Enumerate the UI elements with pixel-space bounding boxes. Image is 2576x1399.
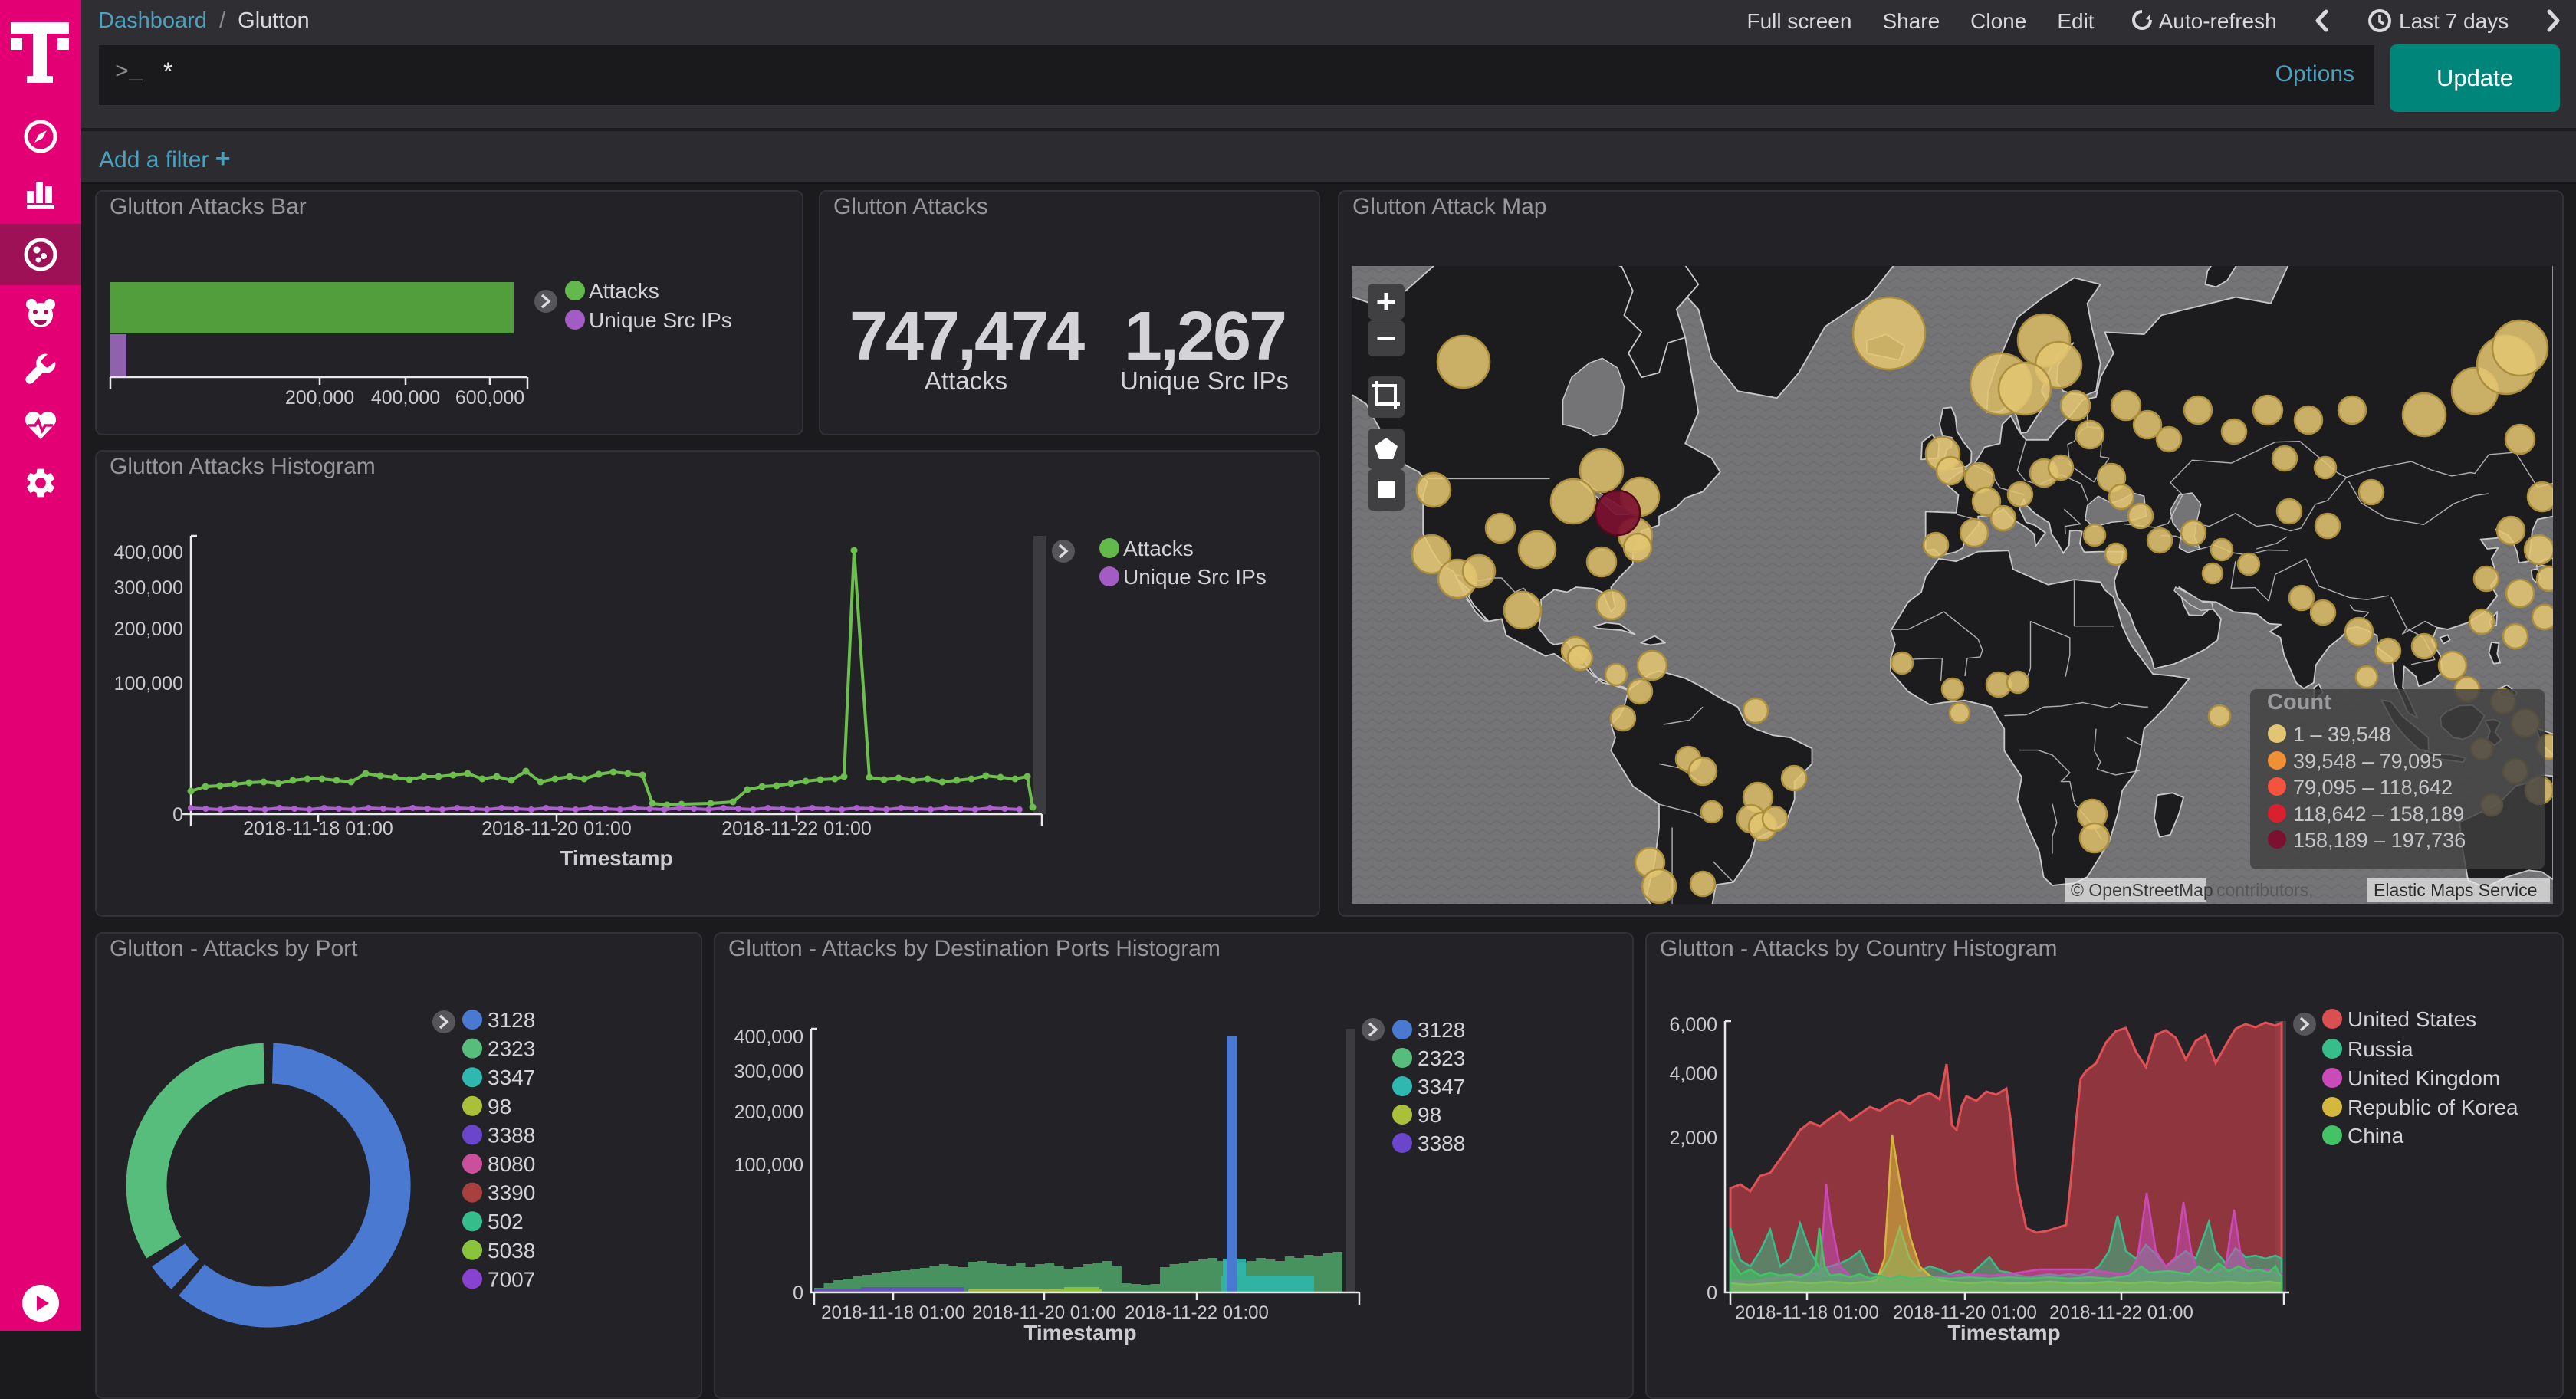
svg-text:3388: 3388 [1418, 1131, 1465, 1155]
svg-text:200,000: 200,000 [285, 387, 354, 409]
svg-text:100,000: 100,000 [114, 673, 183, 695]
svg-text:300,000: 300,000 [734, 1061, 803, 1082]
svg-text:3388: 3388 [488, 1123, 535, 1147]
svg-text:Timestamp: Timestamp [560, 846, 672, 870]
svg-text:Unique Src IPs: Unique Src IPs [1123, 565, 1267, 589]
svg-text:0: 0 [793, 1282, 803, 1304]
svg-text:Attacks: Attacks [1123, 537, 1194, 560]
svg-text:6,000: 6,000 [1669, 1014, 1717, 1036]
svg-text:2323: 2323 [488, 1037, 535, 1061]
svg-text:502: 502 [488, 1210, 524, 1233]
svg-text:2018-11-20 01:00: 2018-11-20 01:00 [972, 1302, 1116, 1323]
svg-text:400,000: 400,000 [114, 542, 183, 563]
svg-text:200,000: 200,000 [114, 619, 183, 640]
svg-text:Russia: Russia [2348, 1037, 2413, 1061]
svg-text:© OpenStreetMap: © OpenStreetMap [2071, 880, 2213, 900]
svg-text:79,095 – 118,642: 79,095 – 118,642 [2293, 776, 2453, 799]
svg-text:2,000: 2,000 [1669, 1128, 1717, 1149]
svg-text:2018-11-18 01:00: 2018-11-18 01:00 [243, 818, 393, 839]
svg-text:Count: Count [2267, 690, 2331, 714]
svg-text:158,189 – 197,736: 158,189 – 197,736 [2293, 829, 2466, 852]
svg-text:39,548 – 79,095: 39,548 – 79,095 [2293, 750, 2443, 773]
svg-text:300,000: 300,000 [114, 577, 183, 599]
svg-text:China: China [2348, 1124, 2404, 1148]
svg-text:7007: 7007 [488, 1267, 535, 1291]
svg-text:400,000: 400,000 [371, 387, 440, 409]
svg-text:contributors,: contributors, [2216, 880, 2314, 900]
svg-text:2018-11-18 01:00: 2018-11-18 01:00 [821, 1302, 965, 1323]
svg-text:3128: 3128 [488, 1008, 535, 1032]
svg-text:118,642 – 158,189: 118,642 – 158,189 [2293, 803, 2464, 826]
svg-text:United States: United States [2348, 1007, 2476, 1031]
svg-text:Republic of Korea: Republic of Korea [2348, 1095, 2518, 1119]
svg-text:0: 0 [172, 804, 183, 826]
svg-text:United Kingdom: United Kingdom [2348, 1066, 2500, 1090]
svg-text:600,000: 600,000 [455, 387, 524, 409]
svg-text:2018-11-20 01:00: 2018-11-20 01:00 [481, 818, 632, 839]
svg-text:8080: 8080 [488, 1152, 535, 1176]
svg-text:2018-11-22 01:00: 2018-11-22 01:00 [1125, 1302, 1269, 1323]
svg-text:2018-11-22 01:00: 2018-11-22 01:00 [721, 818, 872, 839]
svg-text:1 – 39,548: 1 – 39,548 [2293, 723, 2391, 746]
svg-text:4,000: 4,000 [1669, 1063, 1717, 1085]
svg-text:2018-11-20 01:00: 2018-11-20 01:00 [1893, 1302, 2037, 1323]
svg-text:Elastic Maps Service: Elastic Maps Service [2374, 880, 2537, 900]
svg-text:Attacks: Attacks [589, 279, 659, 303]
svg-text:2018-11-22 01:00: 2018-11-22 01:00 [2049, 1302, 2193, 1323]
svg-text:400,000: 400,000 [734, 1026, 803, 1048]
svg-text:3390: 3390 [488, 1181, 535, 1205]
svg-text:100,000: 100,000 [734, 1154, 803, 1176]
svg-text:Unique Src IPs: Unique Src IPs [589, 308, 732, 332]
svg-text:98: 98 [1418, 1103, 1441, 1127]
svg-text:3128: 3128 [1418, 1018, 1465, 1042]
svg-text:3347: 3347 [488, 1066, 535, 1089]
svg-text:200,000: 200,000 [734, 1102, 803, 1123]
svg-text:2323: 2323 [1418, 1046, 1465, 1070]
svg-text:0: 0 [1707, 1282, 1717, 1304]
svg-text:3347: 3347 [1418, 1075, 1465, 1099]
svg-text:2018-11-18 01:00: 2018-11-18 01:00 [1735, 1302, 1879, 1323]
svg-text:98: 98 [488, 1095, 511, 1118]
svg-text:5038: 5038 [488, 1239, 535, 1263]
